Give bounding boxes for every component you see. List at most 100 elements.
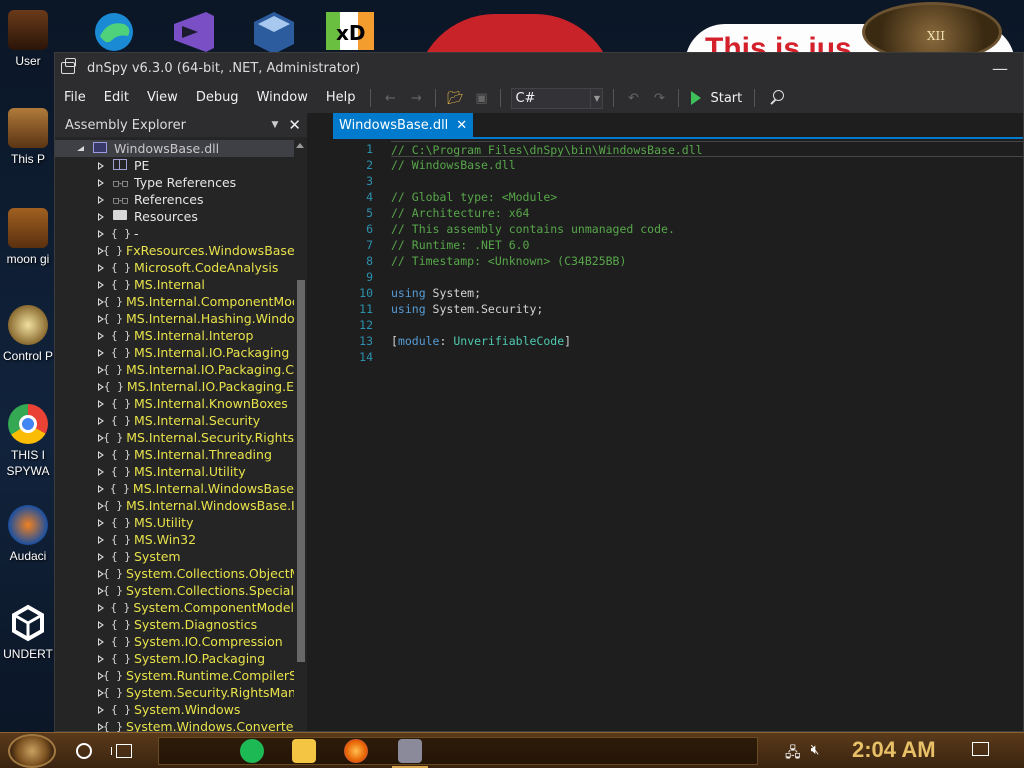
code-line[interactable]: 2 // WindowsBase.dll — [333, 157, 1023, 173]
start-button[interactable]: Start — [685, 91, 748, 106]
code-line[interactable]: 13 [module: UnverifiableCode] — [333, 333, 1023, 349]
tree-namespace[interactable]: { } MS.Internal.Interop — [55, 327, 294, 344]
tree-namespace[interactable]: { } MS.Internal.Hashing.Window — [55, 310, 294, 327]
menu-debug[interactable]: Debug — [187, 83, 248, 113]
volume-icon[interactable]: 🔇︎ — [811, 742, 820, 766]
collapsed-arrow-icon[interactable] — [97, 382, 103, 392]
title-bar[interactable]: dnSpy v6.3.0 (64-bit, .NET, Administrato… — [55, 53, 1023, 83]
tree-namespace[interactable]: { } - — [55, 225, 294, 242]
close-icon[interactable]: ✕ — [288, 116, 301, 134]
tree-namespace[interactable]: { } MS.Internal — [55, 276, 294, 293]
collapsed-arrow-icon[interactable] — [97, 229, 105, 239]
clock[interactable]: 2:04 AM — [852, 737, 936, 763]
hxd-icon[interactable]: xD — [324, 10, 376, 54]
panel-splitter[interactable] — [307, 113, 333, 731]
collapsed-arrow-icon[interactable] — [97, 178, 105, 188]
virtualbox-icon[interactable] — [248, 10, 300, 54]
tree-item[interactable]: □-□ Type References — [55, 174, 294, 191]
code-line[interactable]: 1 // C:\Program Files\dnSpy\bin\WindowsBa… — [333, 141, 1023, 157]
tree-namespace[interactable]: { } MS.Internal.Security.Rights — [55, 429, 294, 446]
code-line[interactable]: 14 — [333, 349, 1023, 365]
scroll-up-icon[interactable] — [296, 143, 304, 148]
collapsed-arrow-icon[interactable] — [97, 416, 105, 426]
tree-item[interactable]: Resources — [55, 208, 294, 225]
collapsed-arrow-icon[interactable] — [97, 518, 105, 528]
collapsed-arrow-icon[interactable] — [97, 467, 105, 477]
collapsed-arrow-icon[interactable] — [97, 654, 105, 664]
visual-studio-icon[interactable] — [168, 10, 220, 54]
tree-namespace[interactable]: { } MS.Internal.IO.Packaging.E — [55, 378, 294, 395]
tree-namespace[interactable]: { } System.Diagnostics — [55, 616, 294, 633]
collapsed-arrow-icon[interactable] — [97, 620, 105, 630]
firefox-icon[interactable] — [344, 739, 368, 763]
tree-namespace[interactable]: { } System.IO.Packaging — [55, 650, 294, 667]
menu-view[interactable]: View — [138, 83, 187, 113]
expanded-arrow-icon[interactable] — [77, 144, 85, 154]
close-icon[interactable]: ✕ — [456, 118, 467, 133]
tree-item[interactable]: PE — [55, 157, 294, 174]
minimize-button[interactable]: — — [977, 59, 1023, 78]
tree-root-assembly[interactable]: WindowsBase.dll — [55, 140, 294, 157]
tree-namespace[interactable]: { } FxResources.WindowsBase — [55, 242, 294, 259]
code-line[interactable]: 3 — [333, 173, 1023, 189]
menu-window[interactable]: Window — [248, 83, 317, 113]
code-line[interactable]: 12 — [333, 317, 1023, 333]
code-line[interactable]: 5 // Architecture: x64 — [333, 205, 1023, 221]
desktop-icon-undertale[interactable]: UNDERT — [0, 603, 56, 662]
tree-namespace[interactable]: { } MS.Internal.Utility — [55, 463, 294, 480]
collapsed-arrow-icon[interactable] — [97, 399, 105, 409]
collapsed-arrow-icon[interactable] — [97, 280, 105, 290]
redo-icon[interactable]: ↷ — [648, 87, 670, 109]
desktop-icon-user[interactable]: User — [0, 10, 56, 69]
desktop-icon-moon[interactable]: moon gi — [0, 208, 56, 267]
start-button-icon[interactable] — [8, 733, 56, 768]
collapsed-arrow-icon[interactable] — [97, 603, 105, 613]
tree-namespace[interactable]: { } MS.Internal.KnownBoxes — [55, 395, 294, 412]
tree-namespace[interactable]: { } MS.Win32 — [55, 531, 294, 548]
tree-namespace[interactable]: { } MS.Utility — [55, 514, 294, 531]
menu-help[interactable]: Help — [317, 83, 365, 113]
explorer-scrollbar[interactable] — [294, 140, 307, 731]
pin-icon[interactable]: ▼ — [272, 120, 279, 130]
desktop-icon-chrome[interactable]: THIS I SPYWA — [0, 404, 56, 479]
desktop-icon-audacity[interactable]: Audaci — [0, 505, 56, 564]
tree-namespace[interactable]: { } System.Security.RightsMana — [55, 684, 294, 701]
code-line[interactable]: 7 // Runtime: .NET 6.0 — [333, 237, 1023, 253]
collapsed-arrow-icon[interactable] — [97, 535, 105, 545]
code-line[interactable]: 9 — [333, 269, 1023, 285]
tree-namespace[interactable]: { } System.Windows — [55, 701, 294, 718]
tree-namespace[interactable]: { } System — [55, 548, 294, 565]
tree-namespace[interactable]: { } MS.Internal.ComponentMode — [55, 293, 294, 310]
tree-item[interactable]: □-□ References — [55, 191, 294, 208]
code-line[interactable]: 11 using System.Security; — [333, 301, 1023, 317]
collapsed-arrow-icon[interactable] — [97, 348, 105, 358]
file-explorer-icon[interactable] — [292, 739, 316, 763]
tree-namespace[interactable]: { } MS.Internal.IO.Packaging — [55, 344, 294, 361]
code-line[interactable]: 4 // Global type: <Module> — [333, 189, 1023, 205]
collapsed-arrow-icon[interactable] — [97, 552, 105, 562]
code-line[interactable]: 8 // Timestamp: <Unknown> (C34B25BB) — [333, 253, 1023, 269]
collapsed-arrow-icon[interactable] — [97, 484, 104, 494]
code-line[interactable]: 10 using System; — [333, 285, 1023, 301]
collapsed-arrow-icon[interactable] — [97, 195, 105, 205]
back-icon[interactable]: ← — [379, 87, 401, 109]
collapsed-arrow-icon[interactable] — [97, 450, 105, 460]
scrollbar-thumb[interactable] — [297, 280, 305, 662]
search-icon[interactable] — [767, 87, 789, 109]
spotify-icon[interactable] — [240, 739, 264, 763]
tree-namespace[interactable]: { } System.Windows.Convertere — [55, 718, 294, 732]
tree-namespace[interactable]: { } System.Collections.Speciali — [55, 582, 294, 599]
collapsed-arrow-icon[interactable] — [97, 263, 105, 273]
language-select[interactable]: C# ▼ — [511, 87, 604, 109]
collapsed-arrow-icon[interactable] — [97, 705, 105, 715]
tree-namespace[interactable]: { } System.ComponentModel — [55, 599, 294, 616]
save-icon[interactable]: ▣ — [470, 87, 492, 109]
tree-namespace[interactable]: { } MS.Internal.IO.Packaging.C — [55, 361, 294, 378]
dnspy-taskbar-icon[interactable] — [392, 739, 428, 768]
cortana-icon[interactable] — [76, 742, 92, 759]
code-line[interactable]: 6 // This assembly contains unmanaged cod… — [333, 221, 1023, 237]
code-view[interactable]: 1 // C:\Program Files\dnSpy\bin\WindowsBa… — [333, 141, 1023, 365]
notification-icon[interactable] — [972, 742, 989, 756]
menu-file[interactable]: File — [55, 83, 95, 113]
tree-namespace[interactable]: { } System.Collections.ObjectM — [55, 565, 294, 582]
